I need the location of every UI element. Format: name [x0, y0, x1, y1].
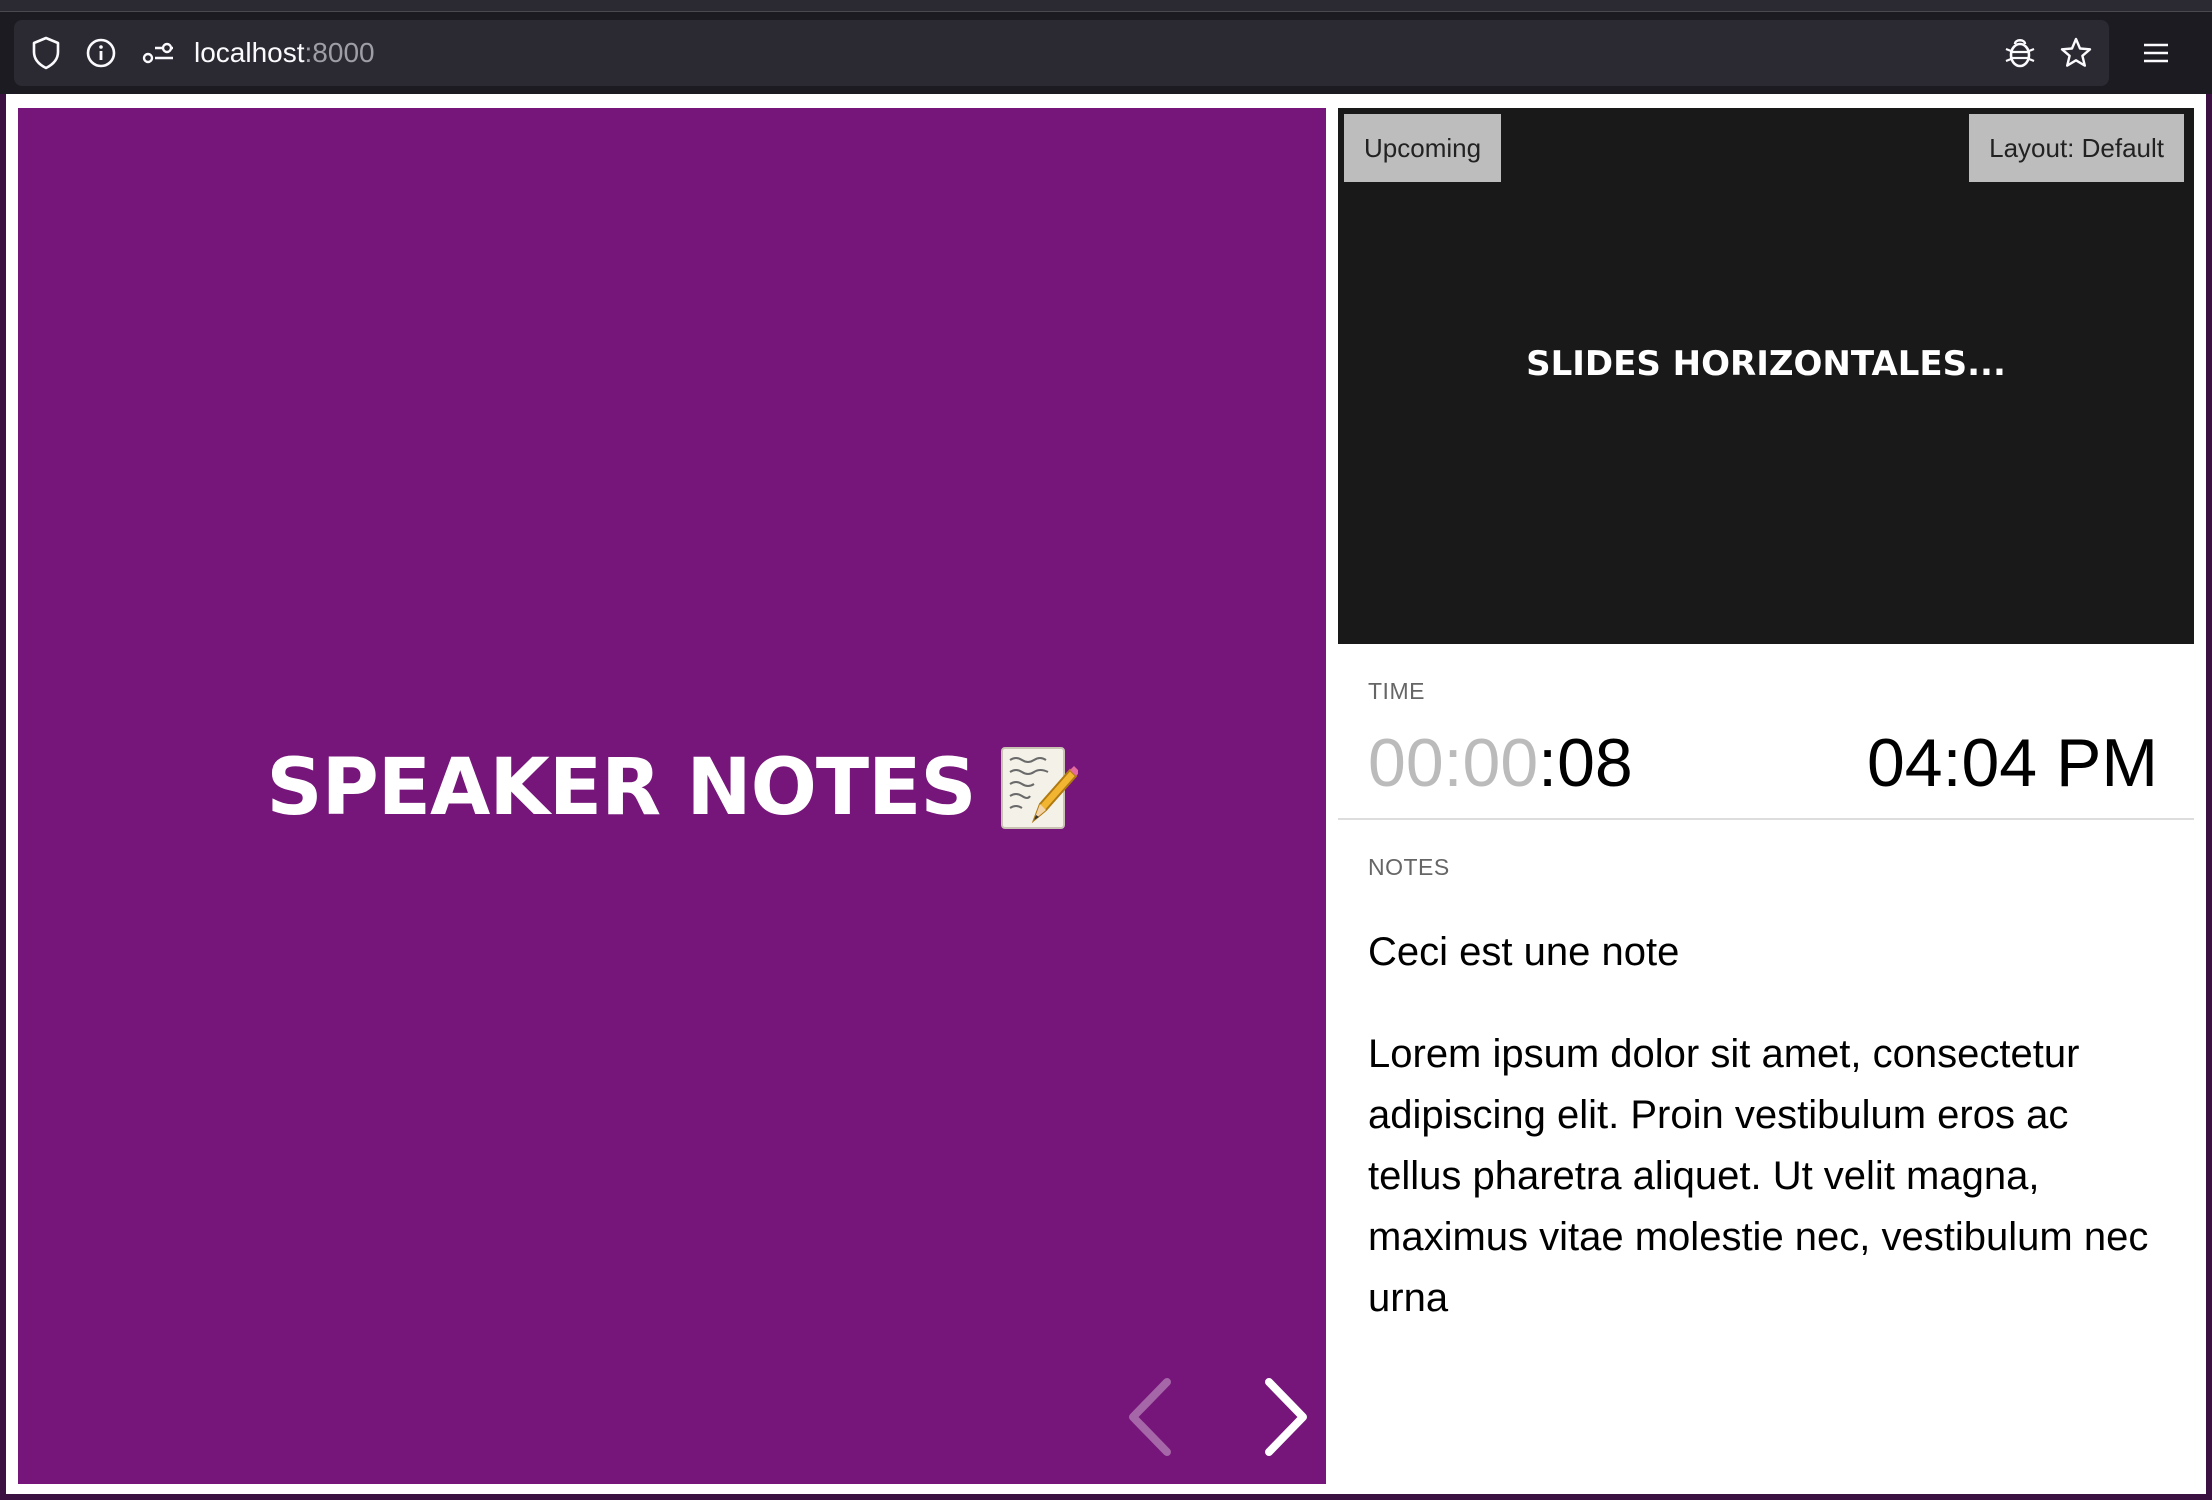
note-paragraph: Ceci est une note: [1368, 930, 1680, 974]
info-icon[interactable]: [75, 20, 127, 86]
layout-toggle-button[interactable]: Layout: Default: [1969, 114, 2184, 182]
clock: 04:04 PM: [1866, 725, 2158, 801]
prev-slide-arrow-icon[interactable]: [1115, 1372, 1185, 1462]
time-label: TIME: [1368, 678, 1425, 704]
upcoming-slide-title: SLIDES HORIZONTALES...: [1526, 344, 2006, 384]
url-host: localhost: [194, 37, 305, 68]
permissions-icon[interactable]: [132, 20, 184, 86]
upcoming-slide-preview: Upcoming Layout: Default SLIDES HORIZONT…: [1338, 108, 2194, 644]
hamburger-menu-icon[interactable]: [2130, 20, 2182, 86]
slide-heading: SPEAKER NOTES: [18, 738, 1326, 838]
memo-icon: [998, 744, 1080, 832]
url-port: :8000: [304, 37, 375, 68]
current-slide: SPEAKER NOTES: [18, 108, 1326, 1484]
notes-label: NOTES: [1368, 854, 1450, 880]
speaker-view-page: SPEAKER NOTES Upcoming Layout: Default S…: [6, 94, 2206, 1494]
timer-active: :08: [1538, 725, 1633, 801]
address-bar[interactable]: localhost:8000: [14, 20, 2109, 86]
slide-heading-text: SPEAKER NOTES: [266, 743, 976, 833]
elapsed-timer[interactable]: 00:00:08: [1368, 724, 1633, 802]
bookmark-star-icon[interactable]: [2050, 20, 2102, 86]
timer-dim: 00:00: [1368, 725, 1539, 801]
shield-icon[interactable]: [20, 20, 72, 86]
next-slide-arrow-icon[interactable]: [1251, 1372, 1321, 1462]
notes-section: NOTES Ceci est une note Lorem ipsum dolo…: [1338, 830, 2194, 1480]
upcoming-label: Upcoming: [1344, 114, 1502, 182]
browser-toolbar: localhost:8000: [0, 12, 2212, 94]
note-paragraph: Lorem ipsum dolor sit amet, consectetur …: [1368, 1032, 2149, 1320]
bug-icon[interactable]: [1994, 20, 2046, 86]
url-text[interactable]: localhost:8000: [194, 20, 375, 86]
time-section: TIME 00:00:08 04:04 PM: [1338, 654, 2194, 820]
window-top-edge: [0, 0, 2212, 12]
